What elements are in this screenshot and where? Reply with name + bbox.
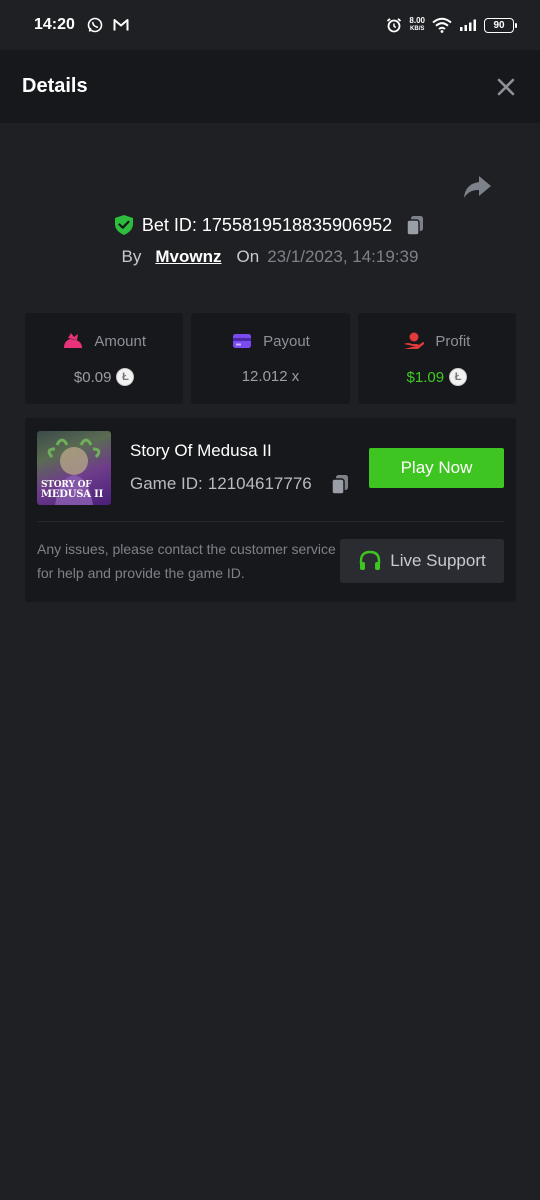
share-icon[interactable] [462, 174, 492, 200]
net-speed-unit: KB/S [410, 26, 425, 32]
signal-icon [460, 19, 476, 31]
details-header: Details [0, 50, 540, 123]
game-id-value: 12104617776 [207, 474, 312, 493]
stats-row: Amount $0.09 Ł Payout 12.012 x Profit $1… [25, 313, 516, 404]
profit-card: Profit $1.09 Ł [357, 313, 516, 404]
headset-icon [360, 550, 381, 570]
net-speed: 8.00 KB/S [409, 17, 425, 33]
game-card: STORY OF MEDUSA II Story Of Medusa II Ga… [25, 418, 516, 602]
page-title: Details [22, 75, 88, 97]
amount-value: $0.09 [73, 368, 112, 386]
bet-id-row: Bet ID: 1755819518835906952 [0, 211, 540, 239]
payout-value: 12.012 x [241, 368, 300, 385]
play-now-button[interactable]: Play Now [369, 448, 504, 488]
username-link[interactable]: Mvownz [155, 247, 221, 267]
battery-icon: 90 [484, 17, 517, 33]
amount-card: Amount $0.09 Ł [25, 313, 184, 404]
payout-card: Payout 12.012 x [191, 313, 350, 404]
amount-label: Amount [94, 332, 147, 350]
battery-level: 90 [493, 19, 505, 31]
shield-check-icon [114, 215, 133, 235]
profit-icon [404, 332, 425, 349]
game-thumbnail[interactable]: STORY OF MEDUSA II [37, 431, 111, 505]
support-text: Any issues, please contact the customer … [37, 541, 336, 581]
live-support-label: Live Support [390, 551, 486, 570]
game-name: Story Of Medusa II [130, 441, 272, 460]
status-bar: 14:20 8.00 KB/S 90 [0, 0, 540, 50]
net-speed-value: 8.00 [409, 16, 425, 25]
copy-icon[interactable] [329, 473, 351, 495]
by-label: By [121, 247, 142, 266]
game-id-label: Game ID: [130, 474, 203, 493]
bet-datetime: 23/1/2023, 14:19:39 [267, 247, 419, 266]
profit-label: Profit [435, 332, 471, 350]
divider [37, 521, 504, 522]
game-id-row: Game ID: 12104617776 [130, 473, 351, 495]
thumb-title-line2: MEDUSA II [41, 489, 104, 500]
on-label: On [236, 247, 260, 266]
alarm-icon [387, 18, 402, 33]
litecoin-icon: Ł [449, 368, 468, 386]
live-support-button[interactable]: Live Support [340, 539, 504, 583]
whatsapp-icon [87, 17, 103, 33]
profit-value: $1.09 [406, 368, 445, 386]
payout-label: Payout [263, 332, 310, 350]
bet-id-label: Bet ID: [141, 214, 197, 235]
bet-meta-row: By Mvownz On 23/1/2023, 14:19:39 [0, 244, 540, 270]
copy-icon[interactable] [404, 214, 426, 236]
gmail-icon [113, 19, 129, 31]
litecoin-icon: Ł [116, 368, 135, 386]
close-icon[interactable] [494, 75, 518, 99]
bet-id-value: 1755819518835906952 [201, 214, 393, 235]
amount-icon [64, 333, 83, 348]
wifi-icon [432, 17, 452, 33]
payout-icon [233, 334, 252, 348]
status-time: 14:20 [34, 16, 75, 33]
